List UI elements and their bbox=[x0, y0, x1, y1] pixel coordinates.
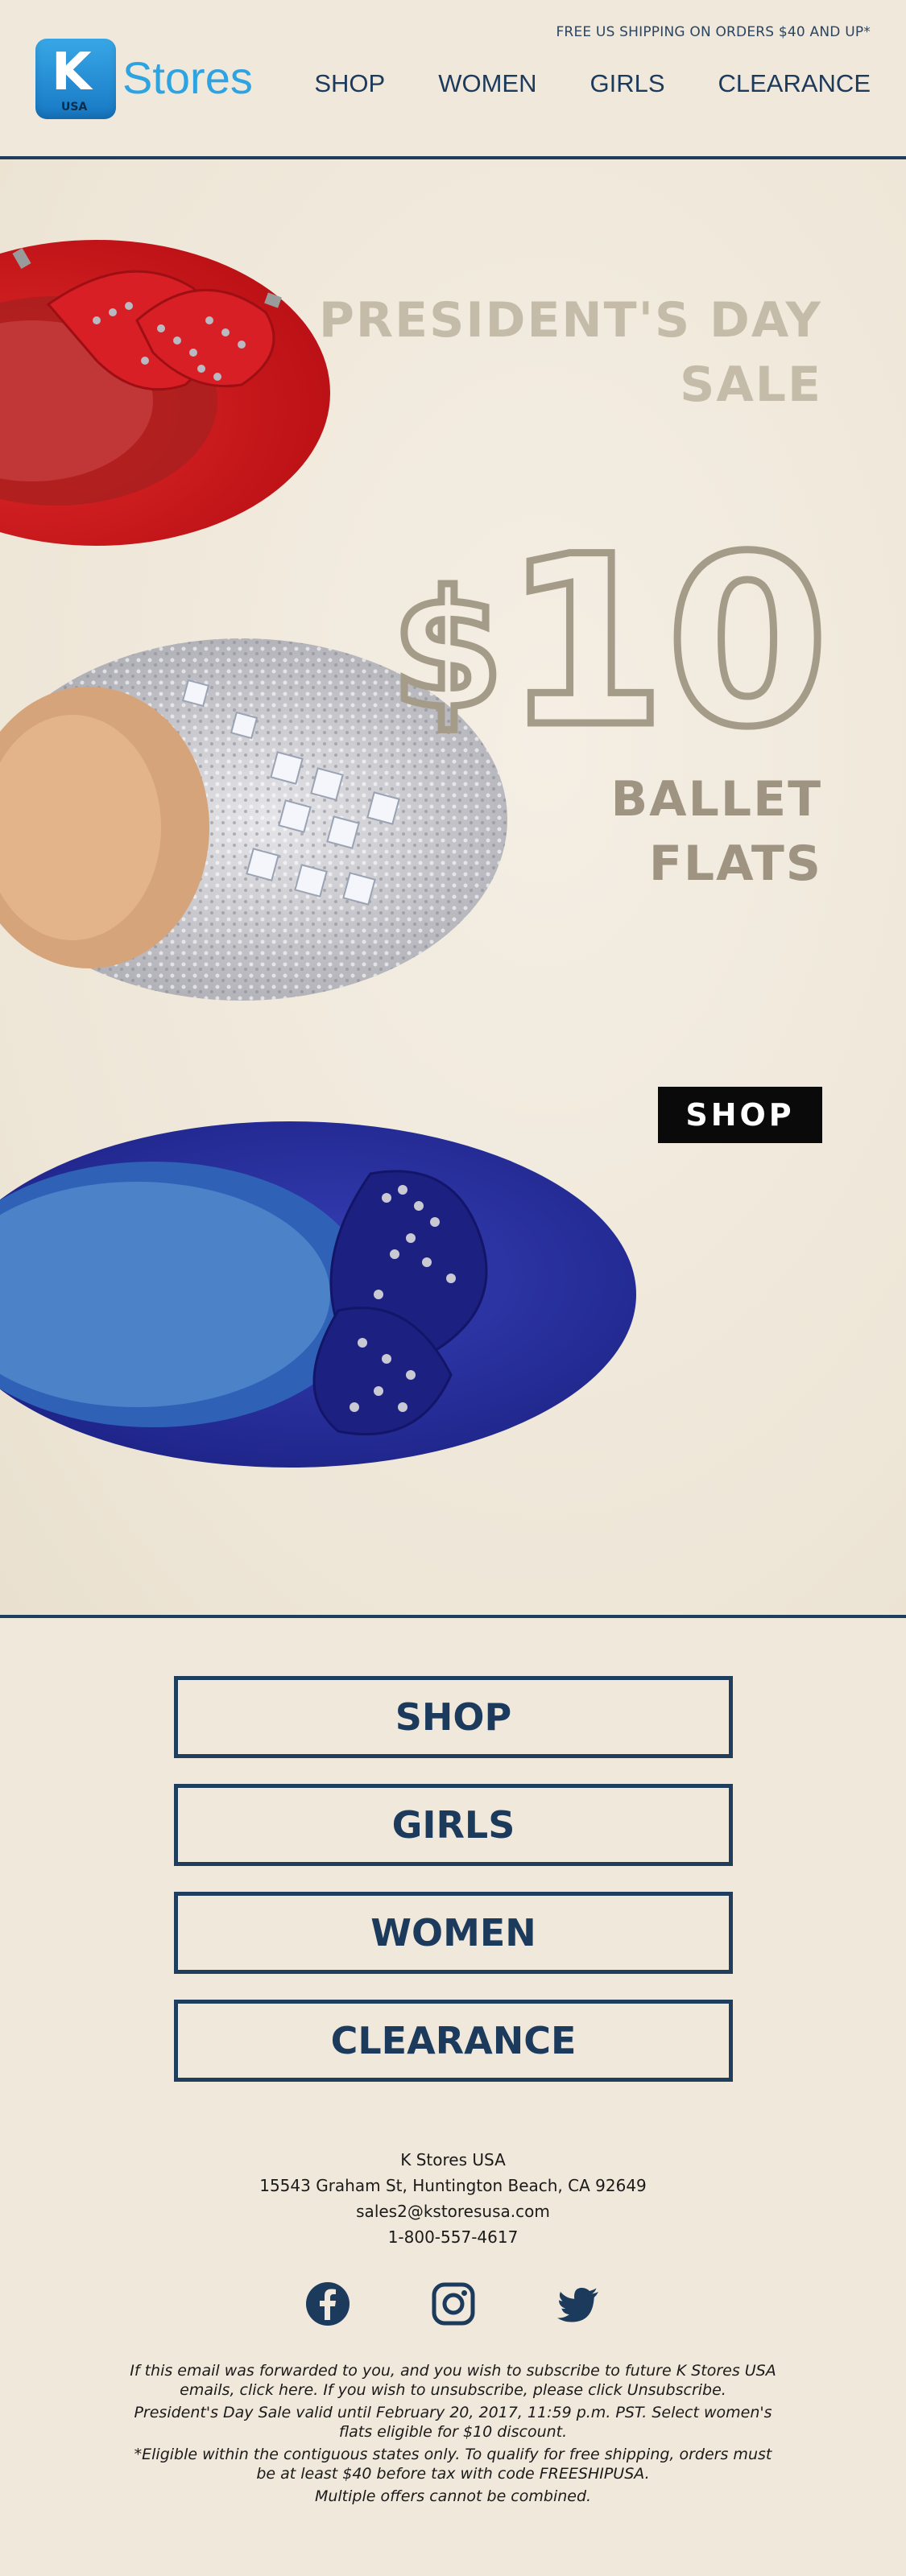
social-links bbox=[0, 2280, 906, 2328]
address: 15543 Graham St, Huntington Beach, CA 92… bbox=[259, 2176, 647, 2195]
instagram-icon[interactable] bbox=[429, 2280, 478, 2328]
hero-divider bbox=[0, 1615, 906, 1618]
nav-shop[interactable]: SHOP bbox=[314, 69, 385, 98]
blue-shoe-image bbox=[0, 1121, 636, 1468]
hero-shop-button[interactable]: SHOP bbox=[658, 1087, 822, 1143]
top-nav: SHOP WOMEN GIRLS CLEARANCE bbox=[314, 69, 871, 98]
shipping-terms: *Eligible within the contiguous states o… bbox=[134, 2446, 772, 2483]
women-button[interactable]: WOMEN bbox=[174, 1892, 733, 1974]
subscribe-note[interactable]: If this email was forwarded to you, and … bbox=[129, 2361, 777, 2400]
fine-print: If this email was forwarded to you, and … bbox=[129, 2361, 777, 2509]
nav-women[interactable]: WOMEN bbox=[438, 69, 536, 98]
company-name: K Stores USA bbox=[400, 2150, 506, 2169]
logo-letter: K bbox=[52, 43, 92, 102]
hero-banner[interactable]: PRESIDENT'S DAY SALE $10 BALLET FLATS SH… bbox=[0, 159, 906, 1615]
sale-terms: President's Day Sale valid until Februar… bbox=[134, 2404, 772, 2441]
headline-line-2: SALE bbox=[680, 357, 822, 413]
product-line: BALLET FLATS bbox=[610, 767, 822, 896]
logo-name: Stores bbox=[122, 52, 253, 103]
shop-button[interactable]: SHOP bbox=[174, 1676, 733, 1758]
contact-block: K Stores USA 15543 Graham St, Huntington… bbox=[0, 2147, 906, 2250]
red-shoe-image bbox=[0, 240, 330, 546]
twitter-icon[interactable] bbox=[555, 2280, 603, 2328]
logo-badge: K USA bbox=[35, 39, 116, 119]
email-link[interactable]: sales2@kstoresusa.com bbox=[0, 2198, 906, 2224]
combine-terms: Multiple offers cannot be combined. bbox=[314, 2487, 592, 2505]
nav-girls[interactable]: GIRLS bbox=[590, 69, 664, 98]
phone-number[interactable]: 1-800-557-4617 bbox=[0, 2224, 906, 2250]
girls-button[interactable]: GIRLS bbox=[174, 1784, 733, 1866]
headline-line-1: PRESIDENT'S DAY bbox=[318, 292, 822, 349]
k-stores-logo[interactable]: K USA Stores bbox=[35, 39, 253, 122]
headline: PRESIDENT'S DAY SALE bbox=[319, 288, 822, 417]
clearance-button[interactable]: CLEARANCE bbox=[174, 2000, 733, 2082]
free-shipping-banner: FREE US SHIPPING ON ORDERS $40 AND UP* bbox=[556, 24, 871, 40]
subline-line-1: BALLET bbox=[610, 771, 822, 828]
logo-sub: USA bbox=[61, 101, 88, 114]
email-page: FREE US SHIPPING ON ORDERS $40 AND UP* K… bbox=[0, 0, 906, 2576]
price-symbol: $ bbox=[388, 554, 507, 749]
subline-line-2: FLATS bbox=[648, 836, 822, 892]
facebook-icon[interactable] bbox=[304, 2280, 352, 2328]
nav-clearance[interactable]: CLEARANCE bbox=[718, 69, 871, 98]
price-display: $10 bbox=[388, 522, 833, 763]
price-amount: 10 bbox=[500, 507, 833, 778]
